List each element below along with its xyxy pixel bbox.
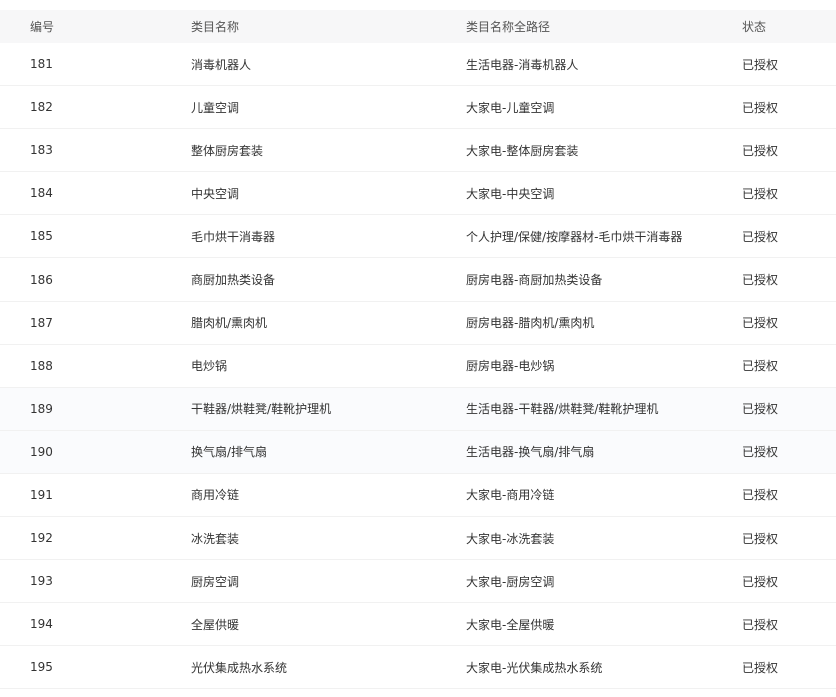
- cell-id: 192: [30, 531, 53, 546]
- cell-id: 184: [30, 186, 53, 201]
- cell-path: 大家电-中央空调: [466, 186, 555, 201]
- cell-status: 已授权: [742, 402, 779, 417]
- cell-name: 商用冷链: [191, 488, 240, 503]
- cell-path: 生活电器-消毒机器人: [466, 57, 579, 72]
- cell-status: 已授权: [742, 186, 779, 201]
- table-row: 193 厨房空调 大家电-厨房空调 已授权: [0, 560, 836, 604]
- cell-name: 换气扇/排气扇: [191, 445, 268, 460]
- table-row: 190 换气扇/排气扇 生活电器-换气扇/排气扇 已授权: [0, 430, 836, 474]
- cell-status: 已授权: [742, 531, 779, 546]
- cell-id: 194: [30, 617, 53, 632]
- cell-id: 183: [30, 143, 53, 158]
- table-row: 185 毛巾烘干消毒器 个人护理/保健/按摩器材-毛巾烘干消毒器 已授权: [0, 215, 836, 259]
- cell-name: 全屋供暖: [191, 617, 240, 632]
- cell-status: 已授权: [742, 445, 779, 460]
- cell-status: 已授权: [742, 100, 779, 115]
- header-name: 类目名称: [191, 20, 240, 34]
- cell-name: 整体厨房套装: [191, 143, 264, 158]
- cell-status: 已授权: [742, 488, 779, 503]
- cell-id: 185: [30, 229, 53, 244]
- cell-status: 已授权: [742, 273, 779, 288]
- cell-path: 大家电-全屋供暖: [466, 617, 555, 632]
- header-id: 编号: [30, 20, 55, 34]
- cell-name: 中央空调: [191, 186, 240, 201]
- table-row: 181 消毒机器人 生活电器-消毒机器人 已授权: [0, 43, 836, 87]
- table-row: 188 电炒锅 厨房电器-电炒锅 已授权: [0, 344, 836, 388]
- table-row: 189 干鞋器/烘鞋凳/鞋靴护理机 生活电器-干鞋器/烘鞋凳/鞋靴护理机 已授权: [0, 387, 836, 431]
- cell-id: 195: [30, 660, 53, 675]
- cell-name: 腊肉机/熏肉机: [191, 316, 268, 331]
- table-row: 187 腊肉机/熏肉机 厨房电器-腊肉机/熏肉机 已授权: [0, 301, 836, 345]
- cell-id: 181: [30, 57, 53, 72]
- cell-name: 电炒锅: [191, 359, 228, 374]
- cell-status: 已授权: [742, 143, 779, 158]
- cell-path: 厨房电器-腊肉机/熏肉机: [466, 316, 595, 331]
- cell-path: 生活电器-换气扇/排气扇: [466, 445, 595, 460]
- cell-path: 大家电-冰洗套装: [466, 531, 555, 546]
- table-row: 192 冰洗套装 大家电-冰洗套装 已授权: [0, 517, 836, 561]
- header-status: 状态: [742, 20, 767, 34]
- table-row: 195 光伏集成热水系统 大家电-光伏集成热水系统 已授权: [0, 646, 836, 690]
- table-row: 184 中央空调 大家电-中央空调 已授权: [0, 172, 836, 216]
- cell-path: 个人护理/保健/按摩器材-毛巾烘干消毒器: [466, 229, 683, 244]
- table-row: 182 儿童空调 大家电-儿童空调 已授权: [0, 86, 836, 130]
- cell-path: 大家电-厨房空调: [466, 574, 555, 589]
- cell-name: 光伏集成热水系统: [191, 660, 288, 675]
- table-row: 186 商厨加热类设备 厨房电器-商厨加热类设备 已授权: [0, 258, 836, 302]
- cell-status: 已授权: [742, 316, 779, 331]
- table-row: 183 整体厨房套装 大家电-整体厨房套装 已授权: [0, 129, 836, 173]
- cell-path: 厨房电器-电炒锅: [466, 359, 555, 374]
- cell-id: 193: [30, 574, 53, 589]
- cell-id: 182: [30, 100, 53, 115]
- cell-id: 187: [30, 315, 53, 330]
- cell-path: 大家电-商用冷链: [466, 488, 555, 503]
- cell-status: 已授权: [742, 574, 779, 589]
- cell-status: 已授权: [742, 617, 779, 632]
- cell-name: 冰洗套装: [191, 531, 240, 546]
- table-header: 编号 类目名称 类目名称全路径 状态: [0, 10, 836, 43]
- category-table: 编号 类目名称 类目名称全路径 状态 181 消毒机器人 生活电器-消毒机器人 已授权…: [0, 10, 836, 690]
- header-path: 类目名称全路径: [466, 20, 551, 34]
- cell-name: 干鞋器/烘鞋凳/鞋靴护理机: [191, 402, 332, 417]
- cell-id: 188: [30, 358, 53, 373]
- cell-path: 大家电-光伏集成热水系统: [466, 660, 603, 675]
- cell-status: 已授权: [742, 57, 779, 72]
- cell-path: 大家电-整体厨房套装: [466, 143, 579, 158]
- cell-name: 商厨加热类设备: [191, 273, 276, 288]
- cell-name: 厨房空调: [191, 574, 240, 589]
- table-row: 191 商用冷链 大家电-商用冷链 已授权: [0, 473, 836, 518]
- cell-status: 已授权: [742, 229, 779, 244]
- cell-path: 大家电-儿童空调: [466, 100, 555, 115]
- cell-name: 消毒机器人: [191, 57, 252, 72]
- cell-id: 191: [30, 487, 53, 502]
- table-row: 194 全屋供暖 大家电-全屋供暖 已授权: [0, 603, 836, 647]
- cell-id: 189: [30, 401, 53, 416]
- cell-path: 厨房电器-商厨加热类设备: [466, 273, 603, 288]
- cell-status: 已授权: [742, 359, 779, 374]
- cell-name: 毛巾烘干消毒器: [191, 229, 276, 244]
- cell-id: 186: [30, 272, 53, 287]
- cell-status: 已授权: [742, 660, 779, 675]
- cell-path: 生活电器-干鞋器/烘鞋凳/鞋靴护理机: [466, 402, 659, 417]
- cell-name: 儿童空调: [191, 100, 240, 115]
- cell-id: 190: [30, 444, 53, 459]
